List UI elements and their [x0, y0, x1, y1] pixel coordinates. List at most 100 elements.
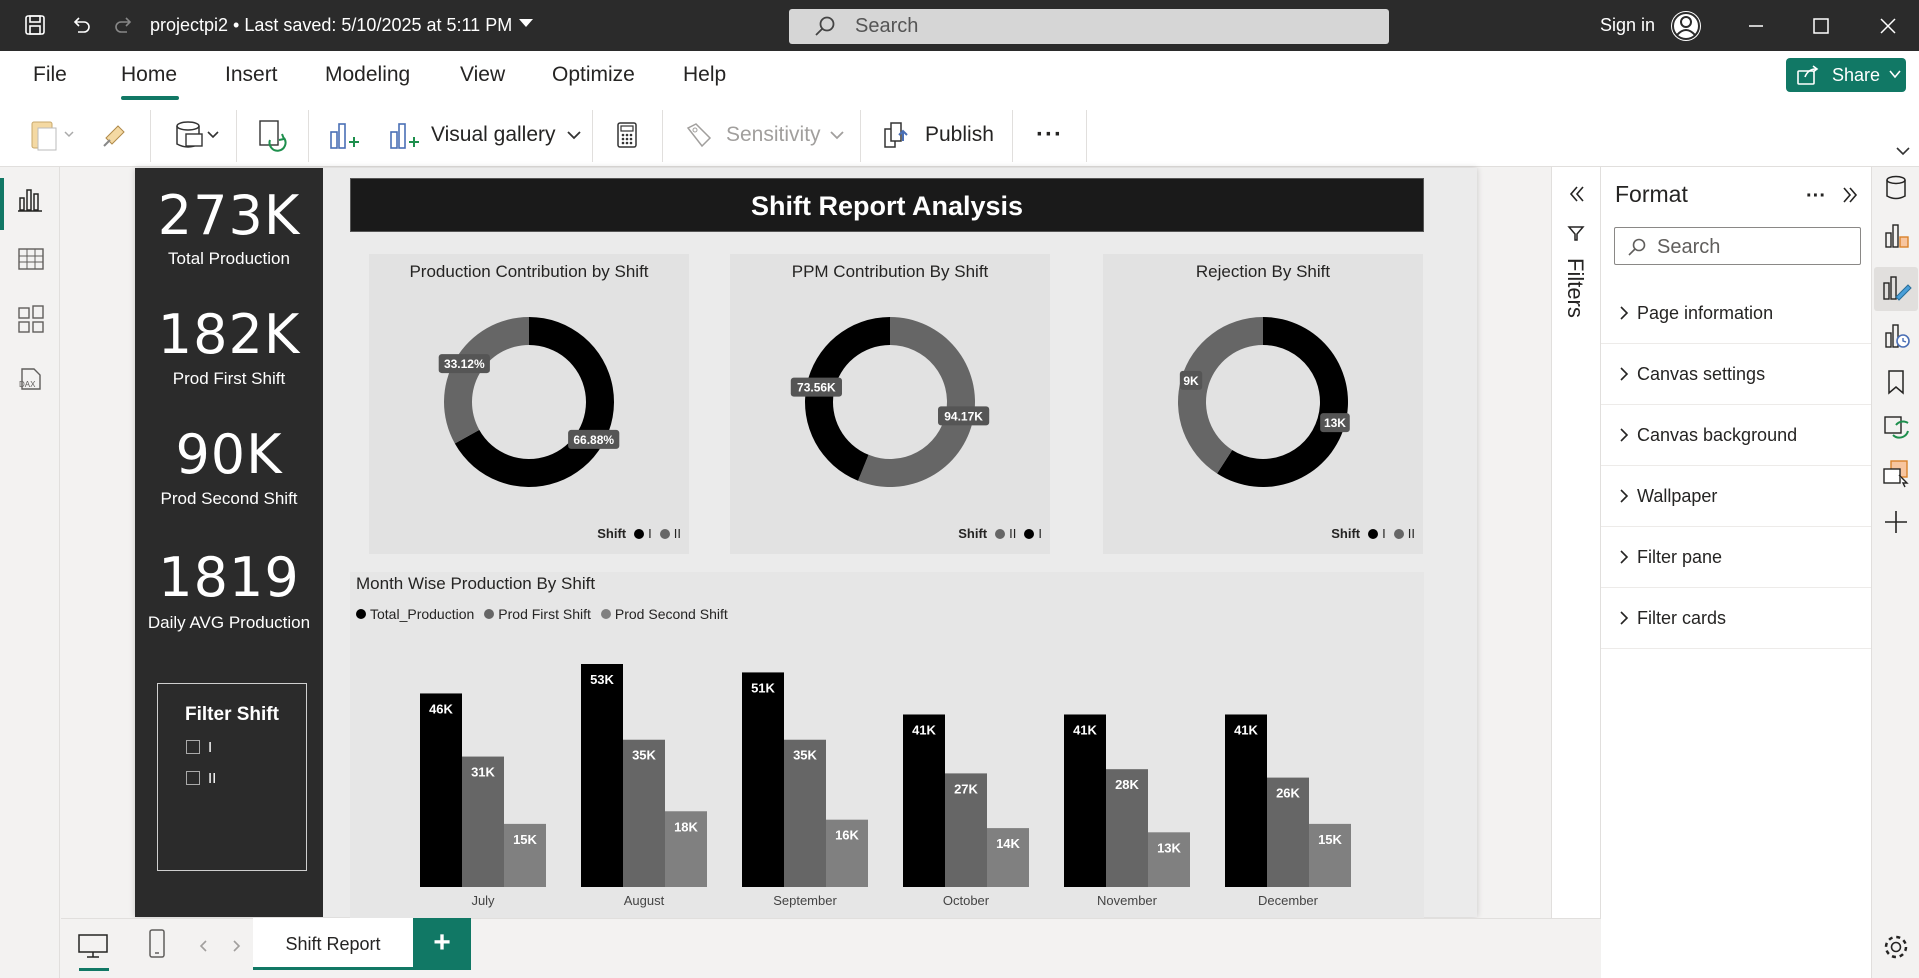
selection-pane-icon[interactable] [1881, 459, 1911, 489]
chevron-right-icon[interactable] [231, 939, 241, 953]
legend-dot [1368, 528, 1379, 539]
shift-slicer[interactable]: Filter Shift I II [157, 683, 307, 871]
bar[interactable] [742, 672, 784, 887]
section-label: Filter cards [1637, 608, 1727, 628]
sensitivity-label: Sensitivity [726, 123, 821, 146]
bar-label: 41K [1073, 722, 1097, 737]
section-page-information[interactable]: Page information [1601, 283, 1871, 344]
section-canvas-background[interactable]: Canvas background [1601, 405, 1871, 466]
page-tab-shift-report[interactable]: Shift Report [253, 918, 413, 970]
donut-slice[interactable] [805, 317, 890, 481]
bar[interactable] [1225, 714, 1267, 887]
donut-slice[interactable] [1178, 317, 1263, 474]
divider [308, 110, 309, 162]
chevron-left-icon[interactable] [199, 939, 209, 953]
new-visual-button[interactable] [327, 117, 361, 153]
document-title[interactable]: projectpi2 • Last saved: 5/10/2025 at 5:… [150, 15, 512, 36]
donut-card-production[interactable]: Production Contribution by Shift 66.88% 3… [369, 254, 689, 554]
sync-slicers-icon[interactable] [1881, 413, 1911, 443]
kpi-label: Prod First Shift [172, 369, 286, 388]
get-data-button[interactable] [172, 117, 226, 153]
paste-button[interactable] [28, 117, 78, 153]
donut-legend: Shift II I [958, 526, 1042, 541]
menu-home[interactable]: Home [121, 63, 177, 87]
report-view-icon[interactable] [16, 184, 46, 214]
legend-dot [634, 528, 645, 539]
checkbox[interactable] [186, 740, 200, 754]
kpi-value[interactable]: 90K [135, 423, 323, 486]
data-pane-icon[interactable] [1881, 173, 1911, 203]
menu-modeling[interactable]: Modeling [325, 63, 410, 87]
x-tick-label: October [943, 893, 990, 908]
filter-icon [1566, 223, 1586, 243]
chevron-down-icon[interactable] [519, 19, 533, 27]
add-pane-icon[interactable] [1881, 507, 1911, 537]
maximize-icon[interactable] [1808, 13, 1834, 39]
mobile-layout-icon[interactable] [147, 927, 167, 961]
menu-file[interactable]: File [33, 63, 67, 87]
bar[interactable] [581, 664, 623, 887]
right-pane-switcher [1871, 167, 1919, 978]
publish-button[interactable]: Publish [881, 117, 994, 153]
menu-optimize[interactable]: Optimize [552, 63, 635, 87]
bar[interactable] [420, 693, 462, 887]
chevron-right-icon [1619, 366, 1629, 382]
format-search-input[interactable]: Search [1614, 227, 1861, 265]
filters-label[interactable]: Filters [1562, 258, 1588, 318]
donut-slice[interactable] [444, 317, 529, 444]
model-view-icon[interactable] [16, 304, 46, 334]
kpi-value[interactable]: 1819 [135, 546, 323, 609]
bar-label: 51K [751, 680, 775, 695]
redo-icon[interactable] [111, 12, 137, 38]
close-icon[interactable] [1875, 13, 1901, 39]
expand-pane-icon[interactable] [1839, 184, 1861, 206]
kpi-value[interactable]: 273K [135, 184, 323, 247]
section-wallpaper[interactable]: Wallpaper [1601, 466, 1871, 527]
slicer-option[interactable]: I [186, 738, 212, 756]
donut-card-rejection[interactable]: Rejection By Shift 13K 9K Shift I II [1103, 254, 1423, 554]
collapse-filters-icon[interactable] [1566, 183, 1588, 205]
report-title-banner[interactable]: Shift Report Analysis [350, 178, 1424, 232]
dax-query-icon[interactable]: DAX [16, 363, 46, 393]
format-pane-icon[interactable] [1874, 267, 1918, 311]
section-canvas-settings[interactable]: Canvas settings [1601, 344, 1871, 405]
bar[interactable] [903, 714, 945, 887]
bar-label: 14K [996, 836, 1020, 851]
search-box[interactable]: Search [789, 9, 1389, 44]
undo-icon[interactable] [68, 12, 94, 38]
search-icon [1627, 237, 1647, 257]
desktop-layout-icon[interactable] [76, 929, 110, 963]
visualizations-pane-icon[interactable] [1881, 221, 1911, 251]
kpi-label: Daily AVG Production [147, 613, 311, 632]
more-options-button[interactable]: ··· [1036, 117, 1063, 153]
legend-label: II [673, 526, 681, 541]
format-painter-icon[interactable] [100, 117, 130, 153]
minimize-icon[interactable] [1743, 13, 1769, 39]
menu-help[interactable]: Help [683, 63, 726, 87]
collapse-ribbon-icon[interactable] [1896, 146, 1910, 156]
bar-chart-card[interactable]: Month Wise Production By Shift Total_Pro… [350, 572, 1424, 918]
kpi-value[interactable]: 182K [135, 303, 323, 366]
slicer-option[interactable]: II [186, 769, 216, 787]
performance-pane-icon[interactable] [1881, 321, 1911, 351]
save-icon[interactable] [22, 12, 48, 38]
visual-gallery-button[interactable]: Visual gallery [387, 117, 582, 153]
add-page-button[interactable]: + [413, 918, 471, 970]
table-view-icon[interactable] [16, 244, 46, 274]
refresh-icon[interactable] [256, 117, 288, 153]
avatar[interactable] [1671, 11, 1701, 41]
section-filter-cards[interactable]: Filter cards [1601, 588, 1871, 649]
donut-card-ppm[interactable]: PPM Contribution By Shift 94.17K 73.56K S… [730, 254, 1050, 554]
sensitivity-button[interactable]: Sensitivity [684, 117, 845, 153]
checkbox[interactable] [186, 771, 200, 785]
calculator-icon[interactable] [612, 117, 642, 153]
more-options-icon[interactable]: ··· [1806, 185, 1826, 208]
bar[interactable] [1064, 714, 1106, 887]
menu-insert[interactable]: Insert [225, 63, 278, 87]
bookmark-icon[interactable] [1881, 367, 1911, 397]
sign-in-link[interactable]: Sign in [1600, 15, 1655, 36]
share-button[interactable]: Share [1786, 58, 1906, 92]
section-filter-pane[interactable]: Filter pane [1601, 527, 1871, 588]
menu-view[interactable]: View [460, 63, 505, 87]
settings-icon[interactable] [1881, 932, 1911, 962]
